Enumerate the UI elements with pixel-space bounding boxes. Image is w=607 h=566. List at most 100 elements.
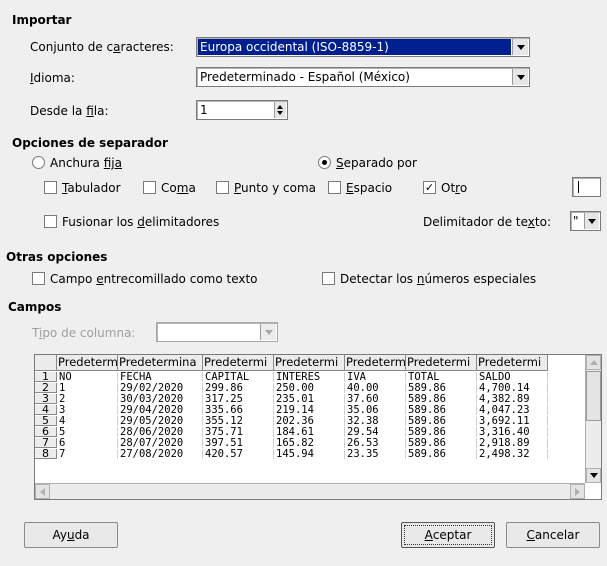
grid-cell: 589.86: [408, 449, 477, 459]
grid-cell: 250.00: [276, 383, 345, 393]
semicolon-checkbox[interactable]: [216, 181, 229, 194]
grid-cell: 4,047.23: [479, 405, 548, 415]
grid-cell: NO: [59, 372, 118, 382]
text-delimiter-select[interactable]: ": [570, 211, 601, 231]
scroll-right-icon[interactable]: [570, 484, 585, 499]
chevron-down-icon[interactable]: [512, 39, 528, 55]
grid-corner: [35, 355, 57, 371]
section-other-options: Otras opciones: [6, 250, 108, 264]
grid-cell: 4: [59, 416, 118, 426]
grid-cell: 219.14: [276, 405, 345, 415]
scroll-thumb[interactable]: [586, 371, 601, 421]
column-header[interactable]: Predetermi: [406, 355, 477, 371]
language-label: Idioma:: [30, 71, 75, 85]
grid-cell: 589.86: [408, 383, 477, 393]
special-numbers-checkbox[interactable]: [322, 272, 335, 285]
grid-cell: 4,700.14: [479, 383, 548, 393]
column-header[interactable]: Predetermi: [274, 355, 345, 371]
scroll-down-icon[interactable]: [586, 468, 601, 483]
grid-cell: 299.86: [205, 383, 274, 393]
grid-cell: 29.54: [347, 427, 406, 437]
grid-cell: 5: [59, 427, 118, 437]
other-checkbox[interactable]: ✓: [423, 181, 436, 194]
charset-select[interactable]: Europa occidental (ISO-8859-1): [196, 37, 530, 57]
grid-cell: 335.66: [205, 405, 274, 415]
vertical-scrollbar[interactable]: [585, 355, 601, 483]
grid-cell: 355.12: [205, 416, 274, 426]
grid-cell: TOTAL: [408, 372, 477, 382]
grid-cell: 6: [59, 438, 118, 448]
grid-cell: 3,316.40: [479, 427, 548, 437]
grid-cell: 589.86: [408, 438, 477, 448]
semicolon-label[interactable]: Punto y coma: [234, 181, 316, 195]
tab-label[interactable]: Tabulador: [62, 181, 121, 195]
grid-cell: 397.51: [205, 438, 274, 448]
grid-cell: 7: [59, 449, 118, 459]
grid-cell: 317.25: [205, 394, 274, 404]
quoted-as-text-checkbox[interactable]: [32, 272, 45, 285]
chevron-down-icon[interactable]: [512, 69, 528, 85]
grid-cell: 29/04/2020: [120, 405, 203, 415]
grid-cell: 28/06/2020: [120, 427, 203, 437]
ok-button[interactable]: Aceptar: [401, 522, 495, 548]
fields-preview-grid[interactable]: Predeterm Predetermina Predetermi Predeterm…: [34, 354, 602, 500]
grid-cell: SALDO: [479, 372, 548, 382]
column-header[interactable]: Predetermi: [203, 355, 274, 371]
grid-cell: 37.60: [347, 394, 406, 404]
section-separator: Opciones de separador: [12, 136, 168, 150]
section-fields: Campos: [8, 300, 62, 314]
horizontal-scrollbar[interactable]: [35, 483, 585, 499]
chevron-down-icon[interactable]: [584, 213, 599, 229]
grid-cell: 589.86: [408, 394, 477, 404]
fixed-width-label[interactable]: Anchura fija: [50, 156, 122, 170]
grid-cell: 420.57: [205, 449, 274, 459]
cancel-button[interactable]: Cancelar: [506, 522, 600, 548]
merge-delimiters-label[interactable]: Fusionar los delimitadores: [62, 215, 219, 229]
grid-cell: 184.61: [276, 427, 345, 437]
comma-label[interactable]: Coma: [161, 181, 196, 195]
grid-cell: 26.53: [347, 438, 406, 448]
language-value: Predeterminado - Español (México): [200, 70, 410, 84]
special-numbers-label[interactable]: Detectar los números especiales: [340, 272, 536, 286]
grid-cell: 30/03/2020: [120, 394, 203, 404]
from-row-value: 1: [200, 103, 208, 117]
help-button[interactable]: Ay u da: [24, 522, 118, 548]
from-row-spinner[interactable]: 1: [196, 100, 288, 120]
language-select[interactable]: Predeterminado - Español (México): [196, 67, 530, 87]
grid-cell: 40.00: [347, 383, 406, 393]
fixed-width-radio[interactable]: [32, 156, 45, 169]
grid-cell: 28/07/2020: [120, 438, 203, 448]
other-separator-input[interactable]: [572, 177, 601, 197]
grid-cell: IVA: [347, 372, 406, 382]
row-number: 8: [35, 448, 57, 459]
grid-cell: 3: [59, 405, 118, 415]
grid-cell: 23.35: [347, 449, 406, 459]
merge-delimiters-checkbox[interactable]: [44, 215, 57, 228]
spinner-arrows-icon[interactable]: [274, 102, 286, 118]
chevron-down-icon[interactable]: [260, 324, 276, 340]
grid-cell: 29/05/2020: [120, 416, 203, 426]
scroll-left-icon[interactable]: [35, 484, 50, 499]
column-header[interactable]: Predetermi: [477, 355, 548, 371]
grid-cell: 32.38: [347, 416, 406, 426]
grid-cell: 202.36: [276, 416, 345, 426]
grid-cell: 165.82: [276, 438, 345, 448]
tab-checkbox[interactable]: [44, 181, 57, 194]
separated-by-radio[interactable]: [318, 156, 331, 169]
column-header[interactable]: Predeterm: [57, 355, 118, 371]
column-header[interactable]: Predetermina: [118, 355, 203, 371]
scroll-up-icon[interactable]: [586, 355, 601, 370]
grid-cell: 589.86: [408, 416, 477, 426]
comma-checkbox[interactable]: [143, 181, 156, 194]
text-delimiter-label: Delimitador de texto:: [423, 215, 551, 229]
grid-cell: 589.86: [408, 427, 477, 437]
text-delimiter-value: ": [573, 214, 579, 228]
grid-cell: 3,692.11: [479, 416, 548, 426]
space-checkbox[interactable]: [328, 181, 341, 194]
space-label[interactable]: Espacio: [346, 181, 392, 195]
separated-by-label[interactable]: Separado por: [336, 156, 417, 170]
column-header[interactable]: Predeterm: [345, 355, 406, 371]
column-type-select[interactable]: [156, 322, 278, 342]
quoted-as-text-label[interactable]: Campo entrecomillado como texto: [50, 272, 258, 286]
other-label[interactable]: Otro: [441, 181, 467, 195]
